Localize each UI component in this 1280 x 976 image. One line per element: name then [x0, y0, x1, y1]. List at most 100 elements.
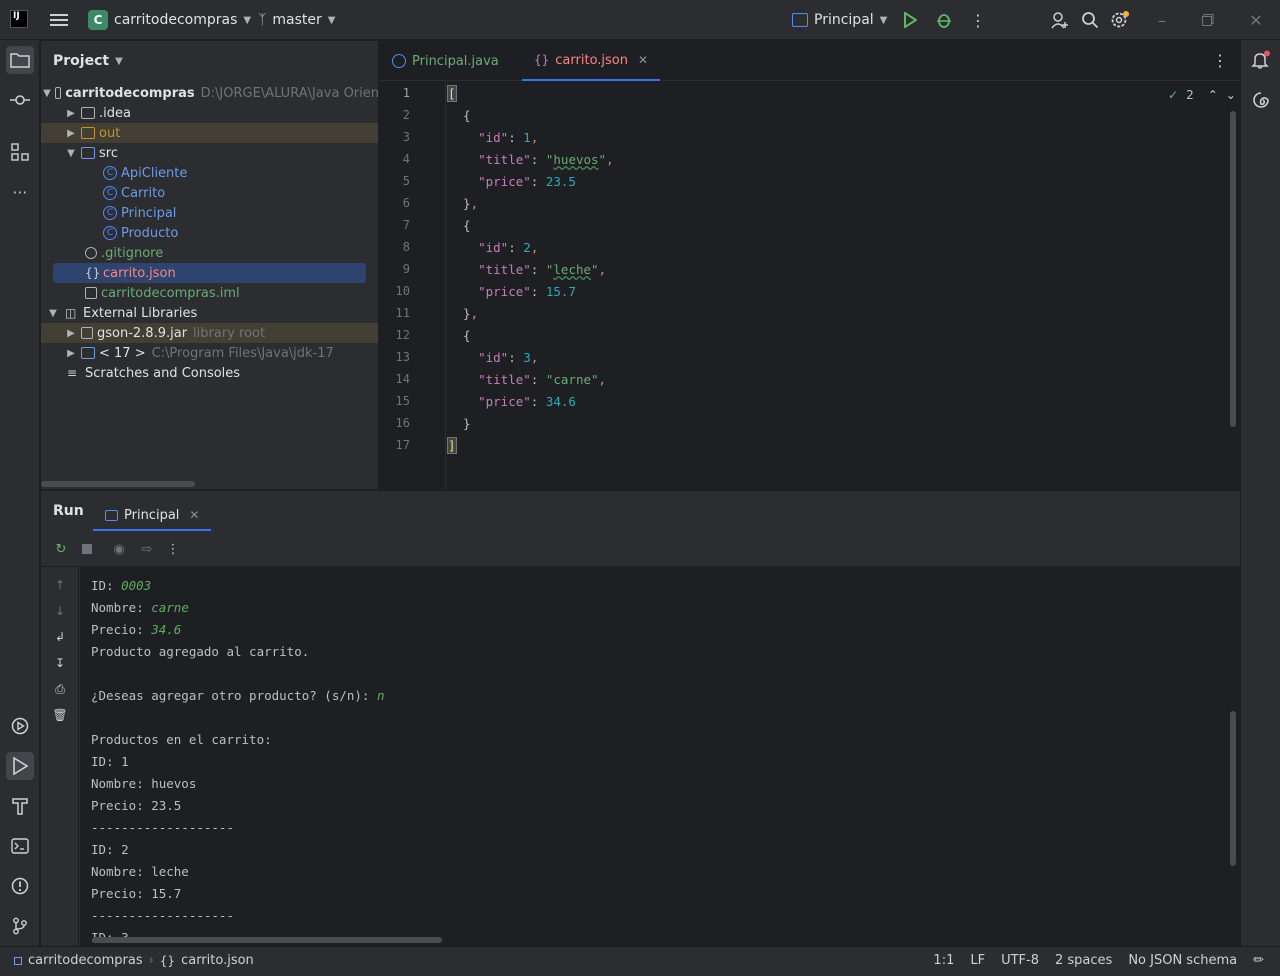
- project-view-selector[interactable]: Project ▼: [53, 53, 123, 69]
- terminal-icon[interactable]: [6, 832, 34, 860]
- file-encoding[interactable]: UTF-8: [1001, 953, 1039, 968]
- next-highlight-icon[interactable]: ⌄: [1226, 88, 1236, 102]
- lock-icon[interactable]: ✏: [1253, 953, 1264, 968]
- horizontal-scrollbar[interactable]: [41, 481, 195, 487]
- code-line[interactable]: {: [448, 215, 471, 237]
- search-icon[interactable]: [1080, 10, 1100, 30]
- close-tab-icon[interactable]: ✕: [638, 53, 648, 67]
- branch-switcher[interactable]: ᛉ master ▼: [258, 10, 335, 30]
- collapse-arrow-icon[interactable]: ▼: [47, 308, 59, 319]
- debug-icon[interactable]: [934, 10, 954, 30]
- tree-item-producto[interactable]: C Producto: [41, 223, 378, 243]
- restore-layout-icon[interactable]: ⇨: [139, 541, 155, 557]
- close-tab-icon[interactable]: ✕: [189, 508, 199, 522]
- tree-item-out[interactable]: ▶ out: [41, 123, 378, 143]
- vertical-scrollbar[interactable]: [1230, 711, 1236, 866]
- indent-setting[interactable]: 2 spaces: [1055, 953, 1112, 968]
- code-line[interactable]: {: [448, 105, 471, 127]
- code-line[interactable]: "title": "huevos",: [448, 149, 614, 171]
- down-arrow-icon[interactable]: ↓: [52, 603, 68, 619]
- tab-principal-java[interactable]: Principal.java: [380, 41, 511, 81]
- tree-item-jdk[interactable]: ▶ < 17 > C:\Program Files\Java\jdk-17: [41, 343, 378, 363]
- more-icon[interactable]: ⋯: [6, 178, 34, 206]
- tree-item-scratches[interactable]: ≡ Scratches and Consoles: [41, 363, 378, 383]
- tree-item-carrito-json[interactable]: {} carrito.json: [41, 263, 378, 283]
- tree-item-gson-jar[interactable]: ▶ gson-2.8.9.jar library root: [41, 323, 378, 343]
- run-tab-principal[interactable]: Principal ✕: [93, 501, 212, 531]
- run-icon[interactable]: [900, 10, 920, 30]
- add-user-icon[interactable]: [1050, 10, 1070, 30]
- intellij-logo-icon[interactable]: IJ: [10, 10, 28, 28]
- expand-arrow-icon[interactable]: ▶: [65, 128, 77, 139]
- rerun-icon[interactable]: ↻: [53, 541, 69, 557]
- horizontal-scrollbar[interactable]: [92, 937, 442, 943]
- main-menu-icon[interactable]: [50, 12, 68, 28]
- tree-item-principal[interactable]: C Principal: [41, 203, 378, 223]
- code-line[interactable]: }: [448, 413, 471, 435]
- code-line[interactable]: "title": "carne",: [448, 369, 606, 391]
- code-line[interactable]: {: [448, 325, 471, 347]
- collapse-arrow-icon[interactable]: ▼: [65, 148, 77, 159]
- code-line[interactable]: },: [448, 193, 478, 215]
- code-line[interactable]: "price": 34.6: [448, 391, 576, 413]
- code-line[interactable]: },: [448, 303, 478, 325]
- breadcrumb-file[interactable]: carrito.json: [181, 953, 254, 968]
- more-vert-icon[interactable]: ⋮: [968, 10, 988, 30]
- collapse-arrow-icon[interactable]: ▼: [43, 88, 51, 99]
- tree-item-external-libraries[interactable]: ▼ ◫ External Libraries: [41, 303, 378, 323]
- up-arrow-icon[interactable]: ↑: [52, 577, 68, 593]
- tree-item-iml[interactable]: carritodecompras.iml: [41, 283, 378, 303]
- trash-icon[interactable]: 🗑: [52, 707, 68, 723]
- code-line[interactable]: "id": 3,: [448, 347, 538, 369]
- ai-assistant-icon[interactable]: [1247, 86, 1275, 114]
- breadcrumb-project[interactable]: carritodecompras: [28, 953, 143, 968]
- code-line[interactable]: "price": 15.7: [448, 281, 576, 303]
- soft-wrap-icon[interactable]: ↲: [52, 629, 68, 645]
- code-line[interactable]: ]: [447, 435, 457, 457]
- expand-arrow-icon[interactable]: ▶: [65, 108, 77, 119]
- expand-arrow-icon[interactable]: ▶: [65, 348, 77, 359]
- tree-item-src[interactable]: ▼ src: [41, 143, 378, 163]
- run-icon[interactable]: [6, 752, 34, 780]
- expand-arrow-icon[interactable]: ▶: [65, 328, 77, 339]
- code-line[interactable]: "price": 23.5: [448, 171, 576, 193]
- commit-icon[interactable]: [6, 86, 34, 114]
- tabs-more-icon[interactable]: ⋮: [1212, 51, 1228, 70]
- tree-item-module[interactable]: ▼ carritodecompras D:\JORGE\ALURA\Java O…: [41, 83, 378, 103]
- git-icon[interactable]: [6, 912, 34, 940]
- console-output[interactable]: ID: 0003 Nombre: carne Precio: 34.6 Product…: [80, 567, 1240, 947]
- more-vert-icon[interactable]: ⋮: [165, 541, 181, 557]
- project-folder-icon[interactable]: [6, 46, 34, 74]
- print-icon[interactable]: ⎙: [52, 681, 68, 697]
- tree-item-gitignore[interactable]: .gitignore: [41, 243, 378, 263]
- close-icon[interactable]: ✕: [1246, 10, 1266, 30]
- vertical-scrollbar[interactable]: [1230, 111, 1236, 427]
- services-icon[interactable]: [6, 712, 34, 740]
- camera-icon[interactable]: ◉: [111, 541, 127, 557]
- settings-icon[interactable]: [1110, 10, 1130, 30]
- notifications-icon[interactable]: [1247, 46, 1275, 74]
- problems-icon[interactable]: [6, 872, 34, 900]
- structure-icon[interactable]: [6, 138, 34, 166]
- tree-item-carrito[interactable]: C Carrito: [41, 183, 378, 203]
- json-schema[interactable]: No JSON schema: [1128, 953, 1237, 968]
- minimize-icon[interactable]: –: [1152, 10, 1172, 30]
- tree-item-apicliente[interactable]: C ApiCliente: [41, 163, 378, 183]
- caret-position[interactable]: 1:1: [933, 953, 954, 968]
- code-line[interactable]: "title": "leche",: [448, 259, 606, 281]
- scroll-to-end-icon[interactable]: ↧: [52, 655, 68, 671]
- line-separator[interactable]: LF: [970, 953, 985, 968]
- code-line[interactable]: "id": 1,: [448, 127, 538, 149]
- tree-item-idea[interactable]: ▶ .idea: [41, 103, 378, 123]
- code-line[interactable]: "id": 2,: [448, 237, 538, 259]
- inspection-widget[interactable]: ✓ 2 ⌃ ⌄: [1168, 88, 1236, 102]
- tab-carrito-json[interactable]: {} carrito.json ✕: [522, 41, 661, 81]
- stop-icon[interactable]: [79, 541, 95, 557]
- build-icon[interactable]: [6, 792, 34, 820]
- code-line[interactable]: [: [447, 83, 457, 105]
- code-token: {: [448, 328, 471, 343]
- prev-highlight-icon[interactable]: ⌃: [1208, 88, 1218, 102]
- run-configuration-selector[interactable]: Principal ▼: [792, 10, 887, 30]
- project-switcher[interactable]: C carritodecompras ▼: [88, 10, 251, 30]
- maximize-icon[interactable]: [1198, 10, 1218, 30]
